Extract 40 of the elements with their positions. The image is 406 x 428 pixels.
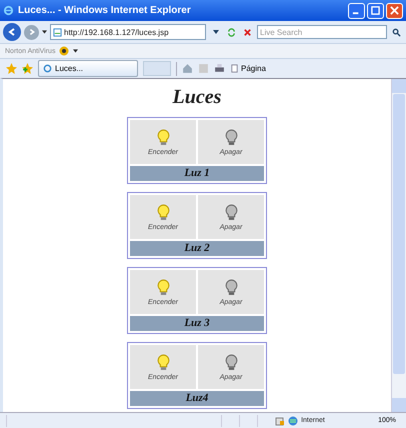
close-icon bbox=[390, 6, 399, 15]
search-field[interactable]: Live Search bbox=[257, 25, 387, 39]
lit-bulb-icon bbox=[156, 354, 170, 370]
maximize-icon bbox=[371, 6, 380, 15]
light-name: Luz4 bbox=[130, 391, 264, 406]
light-name: Luz 2 bbox=[130, 241, 264, 256]
caret-icon bbox=[212, 30, 218, 34]
unlit-bulb-icon bbox=[224, 128, 238, 146]
globe-icon bbox=[288, 416, 298, 426]
light-name: Luz 3 bbox=[130, 316, 264, 331]
unlit-bulb-icon bbox=[224, 204, 238, 220]
window-title: Luces... - Windows Internet Explorer bbox=[18, 5, 192, 16]
lit-bulb-icon bbox=[156, 128, 170, 146]
page-icon bbox=[230, 64, 239, 73]
page-heading: Luces bbox=[172, 85, 222, 109]
star-icon[interactable] bbox=[6, 63, 17, 74]
browser-logo-icon bbox=[3, 5, 14, 16]
add-favorite-icon[interactable] bbox=[22, 63, 33, 74]
printer-icon[interactable] bbox=[214, 63, 225, 74]
tab-title: Luces... bbox=[55, 64, 84, 73]
back-button[interactable] bbox=[3, 23, 21, 41]
lit-bulb-icon bbox=[156, 278, 170, 296]
dropdown-icon[interactable] bbox=[42, 30, 47, 34]
scrollbar[interactable] bbox=[391, 79, 406, 412]
page-menu-button[interactable]: Página bbox=[230, 64, 266, 73]
stop-icon bbox=[243, 28, 252, 36]
address-field[interactable]: http://192.168.1.127/luces.jsp bbox=[50, 24, 206, 40]
search-icon bbox=[392, 28, 401, 36]
dropdown-icon[interactable] bbox=[73, 49, 78, 53]
page-icon bbox=[53, 28, 62, 36]
minimize-button[interactable] bbox=[348, 2, 365, 18]
light-name: Luz 1 bbox=[130, 166, 264, 181]
unlit-bulb-icon bbox=[224, 278, 238, 296]
tab-page-icon bbox=[43, 64, 52, 73]
browser-tab[interactable]: Luces... bbox=[38, 60, 138, 77]
lit-bulb-icon bbox=[156, 204, 170, 220]
unlit-bulb-icon bbox=[224, 354, 238, 370]
refresh-icon bbox=[227, 28, 236, 36]
close-button[interactable] bbox=[386, 2, 403, 18]
maximize-button[interactable] bbox=[367, 2, 384, 18]
